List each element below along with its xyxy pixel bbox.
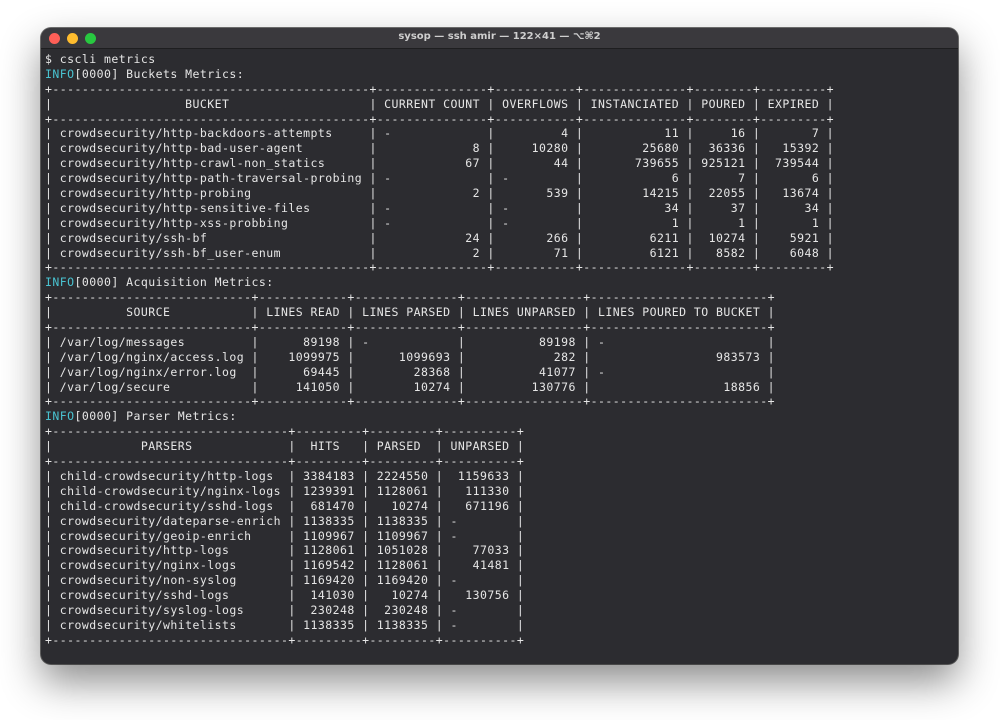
parsers-table-row: | crowdsecurity/nginx-logs | 1169542 | 1…: [45, 558, 525, 573]
parsers-table-row: | crowdsecurity/non-syslog | 1169420 | 1…: [45, 573, 525, 588]
parsers-table-row: | crowdsecurity/http-logs | 1128061 | 10…: [45, 543, 525, 558]
parsers-table-header: | PARSERS | HITS | PARSED | UNPARSED |: [45, 439, 525, 454]
acquisition-table-row: | /var/log/messages | 89198 | - | 89198 …: [45, 334, 775, 349]
buckets-section-header: INFO[0000] Buckets Metrics:: [45, 67, 958, 82]
acquisition-table-header: | SOURCE | LINES READ | LINES PARSED | L…: [45, 305, 775, 320]
info-tag: INFO: [45, 275, 75, 290]
buckets-table-row: | crowdsecurity/http-probing | 2 | 539 |…: [45, 186, 834, 201]
buckets-table-row: | crowdsecurity/http-path-traversal-prob…: [45, 171, 834, 186]
info-tag: INFO: [45, 409, 75, 424]
buckets-title: [0000] Buckets Metrics:: [74, 66, 245, 81]
parsers-table-border: +--------------------------------+------…: [45, 454, 525, 469]
buckets-table-row: | crowdsecurity/ssh-bf | 24 | 266 | 6211…: [45, 230, 834, 245]
parsers-table-row: | child-crowdsecurity/http-logs | 338418…: [45, 468, 525, 483]
buckets-table-row: | crowdsecurity/http-crawl-non_statics |…: [45, 156, 834, 171]
window-title: sysop — ssh amir — 122×41 — ⌥⌘2: [398, 31, 601, 42]
acquisition-section-header: INFO[0000] Acquisition Metrics:: [45, 275, 958, 290]
parsers-table-border: +--------------------------------+------…: [45, 424, 525, 439]
parsers-title: [0000] Parser Metrics:: [74, 409, 237, 424]
title-bar[interactable]: sysop — ssh amir — 122×41 — ⌥⌘2: [41, 28, 958, 49]
acquisition-table-row: | /var/log/nginx/error.log | 69445 | 283…: [45, 364, 775, 379]
buckets-table-border: +---------------------------------------…: [45, 260, 834, 275]
acquisition-title: [0000] Acquisition Metrics:: [74, 275, 274, 290]
terminal-output[interactable]: $ cscli metrics INFO[0000] Buckets Metric…: [41, 49, 958, 648]
command-prompt: $ cscli metrics: [45, 52, 156, 66]
buckets-table-row: | crowdsecurity/ssh-bf_user-enum | 2 | 7…: [45, 245, 834, 260]
buckets-table-row: | crowdsecurity/http-sensitive-files | -…: [45, 200, 834, 215]
parsers-section-header: INFO[0000] Parser Metrics:: [45, 409, 958, 424]
acquisition-table-border: +---------------------------+-----------…: [45, 290, 775, 305]
buckets-table-row: | crowdsecurity/http-xss-probbing | - | …: [45, 215, 834, 230]
acquisition-table-row: | /var/log/nginx/access.log | 1099975 | …: [45, 349, 775, 364]
parsers-table-row: | child-crowdsecurity/sshd-logs | 681470…: [45, 498, 525, 513]
parsers-table-row: | crowdsecurity/sshd-logs | 141030 | 102…: [45, 588, 525, 603]
buckets-table-row: | crowdsecurity/http-bad-user-agent | 8 …: [45, 141, 834, 156]
parsers-table-border: +--------------------------------+------…: [45, 632, 525, 647]
acquisition-table-row: | /var/log/secure | 141050 | 10274 | 130…: [45, 379, 775, 394]
acquisition-table-border: +---------------------------+-----------…: [45, 394, 775, 409]
info-tag: INFO: [45, 66, 75, 81]
terminal-window[interactable]: sysop — ssh amir — 122×41 — ⌥⌘2 $ cscli …: [41, 28, 958, 664]
parsers-table-row: | crowdsecurity/whitelists | 1138335 | 1…: [45, 617, 525, 632]
parsers-table-row: | crowdsecurity/syslog-logs | 230248 | 2…: [45, 602, 525, 617]
buckets-table-row: | crowdsecurity/http-backdoors-attempts …: [45, 126, 834, 141]
buckets-table-border: +---------------------------------------…: [45, 111, 834, 126]
acquisition-table-border: +---------------------------+-----------…: [45, 320, 775, 335]
buckets-table-header: | BUCKET | CURRENT COUNT | OVERFLOWS | I…: [45, 96, 834, 111]
buckets-table-border: +---------------------------------------…: [45, 81, 834, 96]
parsers-table-row: | crowdsecurity/dateparse-enrich | 11383…: [45, 513, 525, 528]
parsers-table-row: | crowdsecurity/geoip-enrich | 1109967 |…: [45, 528, 525, 543]
parsers-table-row: | child-crowdsecurity/nginx-logs | 12393…: [45, 483, 525, 498]
